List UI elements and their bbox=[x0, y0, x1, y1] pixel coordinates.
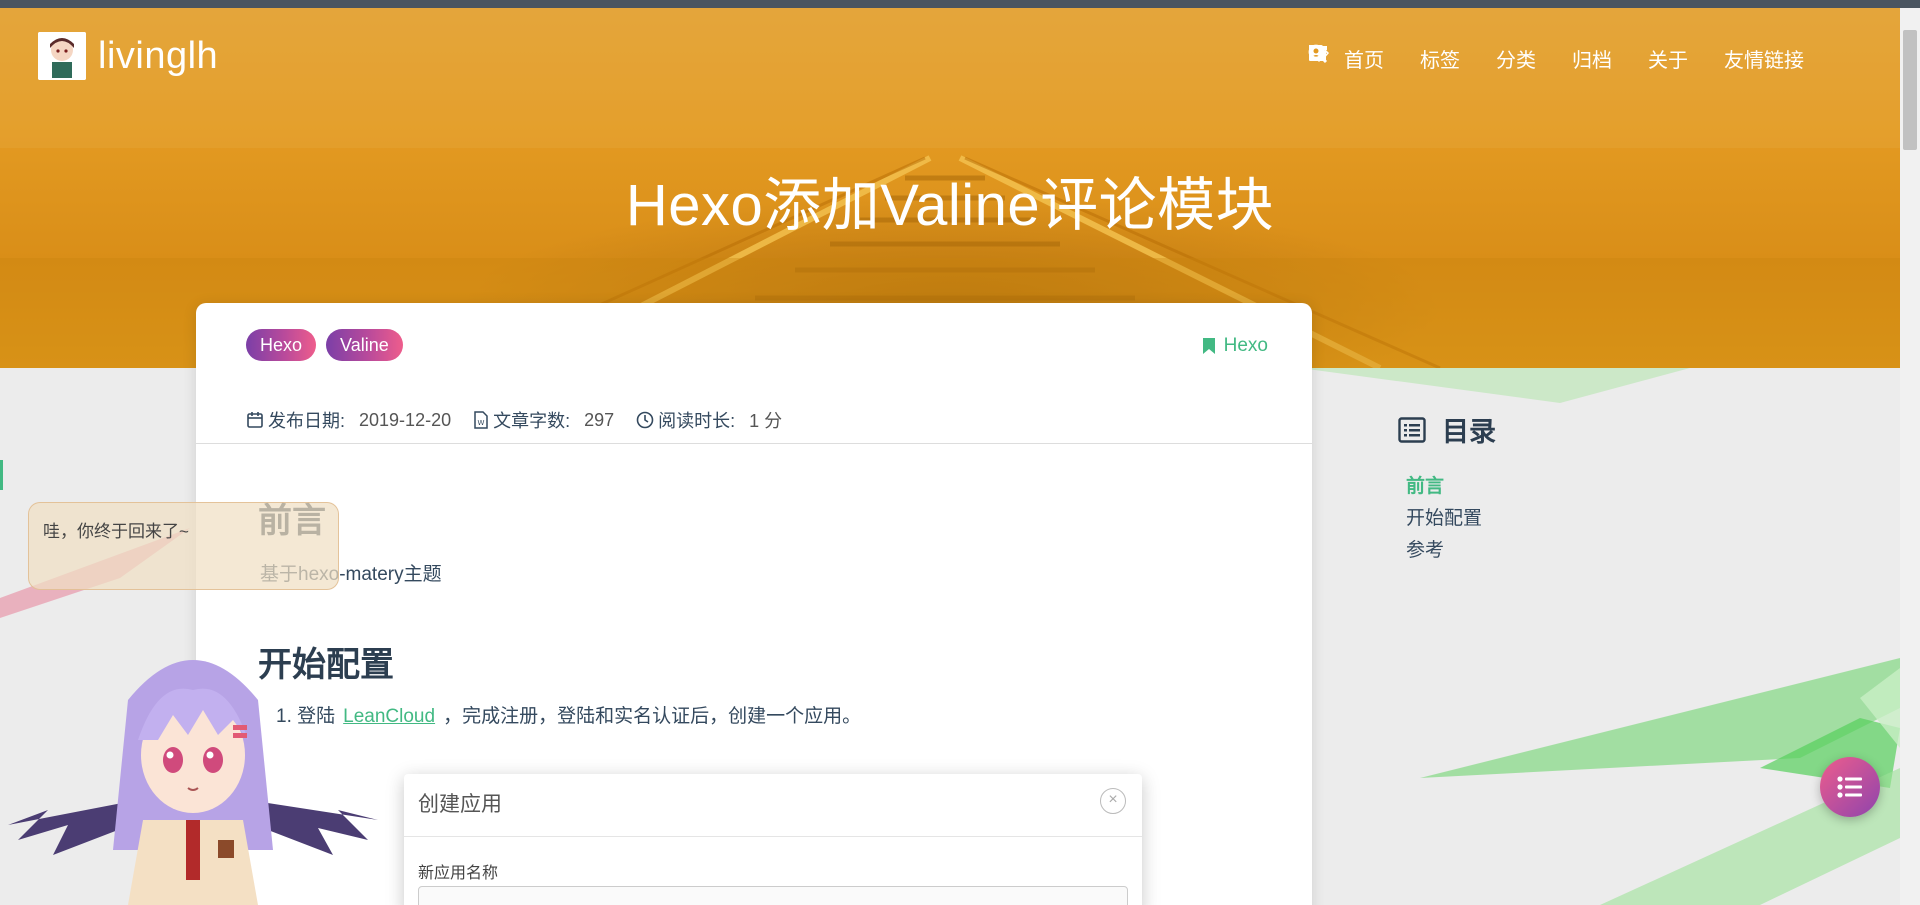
nav-item-label: 友情链接 bbox=[1724, 50, 1804, 72]
nav-item-label: 首页 bbox=[1344, 50, 1384, 72]
app-name-field bbox=[418, 886, 1128, 905]
clock-icon bbox=[636, 411, 654, 429]
mascot-speech-bubble: 哇，你终于回来了~ bbox=[28, 502, 339, 590]
bubble-text: 哇，你终于回来了~ bbox=[43, 522, 189, 541]
toc-item-references[interactable]: 参考 bbox=[1406, 535, 1496, 567]
nav-item-friends[interactable]: 友情链接 bbox=[1309, 44, 1804, 73]
toc-toggle-button[interactable] bbox=[1820, 757, 1880, 817]
nav-item-about[interactable]: 关于 bbox=[1309, 44, 1688, 73]
left-edge-marker bbox=[0, 460, 3, 490]
divider bbox=[196, 443, 1312, 444]
site-name: livinglh bbox=[98, 34, 219, 77]
nav-item-label: 标签 bbox=[1420, 50, 1460, 72]
post-tags: Hexo Valine bbox=[246, 329, 413, 361]
nav-item-home[interactable]: 首页 bbox=[1309, 44, 1384, 73]
post-title: Hexo添加Valine评论模块 bbox=[625, 173, 1275, 238]
post-category[interactable]: Hexo bbox=[1202, 335, 1268, 357]
main-nav: 首页 标签 分类 归档 关于 友情链接 bbox=[1308, 44, 1840, 73]
date-label: 发布日期: bbox=[268, 411, 346, 431]
app-name-label: 新应用名称 bbox=[418, 865, 499, 882]
toc-item-start-config[interactable]: 开始配置 bbox=[1406, 503, 1496, 535]
toc-list: 前言 开始配置 参考 bbox=[1406, 471, 1496, 567]
toc-item-intro[interactable]: 前言 bbox=[1406, 471, 1496, 503]
calendar-icon bbox=[247, 412, 263, 428]
close-icon: × bbox=[1100, 788, 1126, 814]
category-label: Hexo bbox=[1223, 335, 1268, 356]
nav-item-label: 归档 bbox=[1572, 50, 1612, 72]
toc-title: 目录 bbox=[1398, 410, 1496, 449]
toc-title-label: 目录 bbox=[1442, 417, 1496, 447]
create-app-dialog-screenshot: 创建应用 × 新应用名称 bbox=[404, 774, 1142, 905]
word-file-icon: W bbox=[474, 411, 488, 429]
mascot-character[interactable] bbox=[8, 640, 378, 905]
meta-read-time: 阅读时长: 1 分 bbox=[636, 407, 782, 433]
read-label: 阅读时长: bbox=[658, 411, 736, 431]
scrollbar-thumb[interactable] bbox=[1903, 30, 1917, 150]
step-text-after: ，完成注册，登陆和实名认证后，创建一个应用。 bbox=[443, 706, 862, 727]
tag-valine[interactable]: Valine bbox=[326, 329, 403, 361]
meta-date: 发布日期: 2019-12-20 bbox=[246, 407, 451, 433]
words-label: 文章字数: bbox=[493, 411, 571, 431]
table-of-contents: 目录 前言 开始配置 参考 bbox=[1398, 410, 1496, 567]
nav-item-label: 分类 bbox=[1496, 50, 1536, 72]
avatar-icon bbox=[38, 32, 86, 80]
nav-item-label: 关于 bbox=[1648, 50, 1688, 72]
tag-hexo[interactable]: Hexo bbox=[246, 329, 317, 361]
list-icon bbox=[1398, 416, 1426, 443]
meta-words: W 文章字数: 297 bbox=[473, 407, 614, 433]
nav-item-tags[interactable]: 标签 bbox=[1309, 44, 1460, 73]
site-logo[interactable]: livinglh bbox=[38, 32, 218, 80]
list-ul-icon bbox=[1837, 776, 1862, 798]
nav-item-categories[interactable]: 分类 bbox=[1309, 44, 1536, 73]
words-value: 297 bbox=[584, 409, 615, 430]
post-meta: 发布日期: 2019-12-20 W 文章字数: 297 阅读时长: 1 分 bbox=[246, 407, 804, 433]
nav-item-archive[interactable]: 归档 bbox=[1309, 44, 1612, 73]
browser-top-strip bbox=[0, 0, 1920, 8]
svg-text:W: W bbox=[478, 419, 485, 427]
dialog-title: 创建应用 bbox=[418, 793, 502, 816]
search-icon bbox=[1308, 44, 1328, 64]
page-scrollbar[interactable] bbox=[1900, 8, 1920, 905]
bookmark-icon bbox=[1202, 338, 1215, 354]
date-value: 2019-12-20 bbox=[359, 409, 452, 430]
divider bbox=[404, 836, 1142, 837]
read-value: 1 分 bbox=[749, 411, 783, 431]
